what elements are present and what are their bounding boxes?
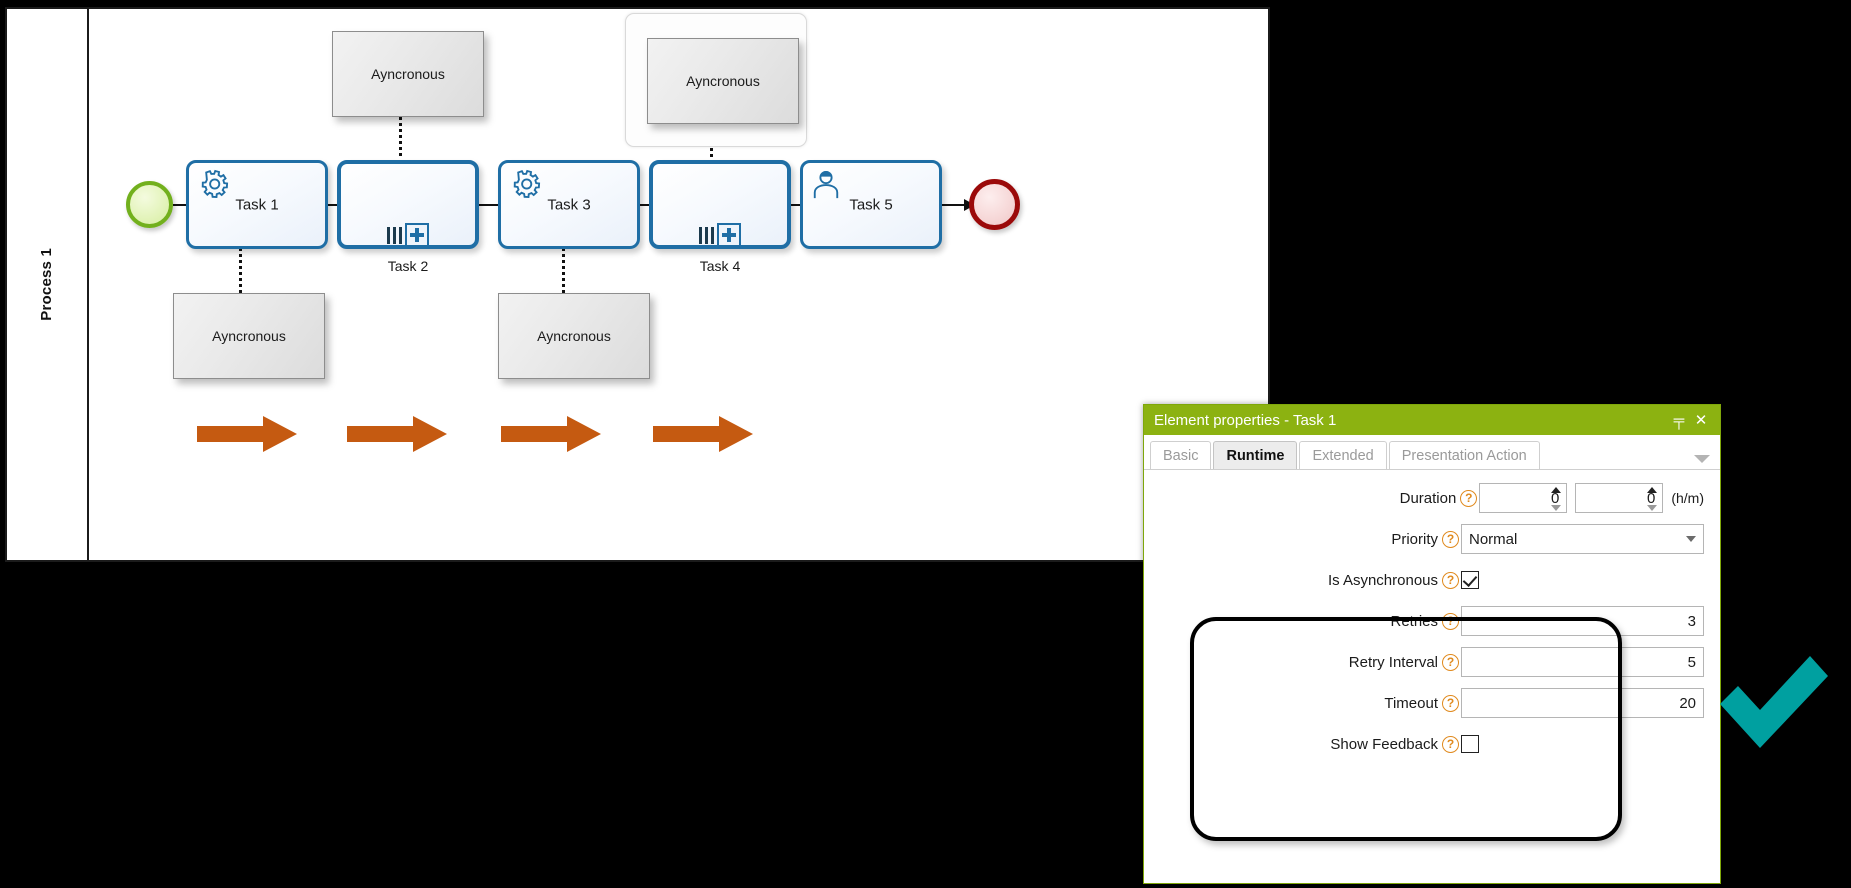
retries-label: Retries xyxy=(1390,612,1438,630)
check-mark-icon xyxy=(1720,656,1828,748)
annotation-task2[interactable]: Ayncronous xyxy=(332,31,484,117)
help-icon-retries[interactable]: ? xyxy=(1442,612,1459,630)
pin-icon[interactable]: ╤ xyxy=(1668,409,1690,431)
emphasis-arrow xyxy=(197,416,297,452)
sub-process-markers xyxy=(699,223,741,247)
emphasis-arrow xyxy=(653,416,753,452)
task-4[interactable] xyxy=(649,160,791,249)
retry-interval-label: Retry Interval xyxy=(1348,653,1438,671)
task-label: Task 1 xyxy=(235,196,279,213)
task-label: Task 3 xyxy=(547,196,591,213)
annotation-task1[interactable]: Ayncronous xyxy=(173,293,325,379)
field-duration: Duration ? 0 0 (h/m) xyxy=(1154,480,1704,516)
timeout-input[interactable]: 20 xyxy=(1461,688,1704,718)
bpmn-diagram-canvas[interactable]: Task 1 Task 2 Task 3 Task 4 Task 5 Ayncr… xyxy=(5,7,1270,562)
runtime-tab-content: Duration ? 0 0 (h/m) Priority ? Normal I… xyxy=(1144,470,1720,841)
field-priority: Priority ? Normal xyxy=(1154,521,1704,557)
emphasis-arrow xyxy=(347,416,447,452)
help-icon-retry-interval[interactable]: ? xyxy=(1442,653,1459,671)
field-is-asynchronous: Is Asynchronous ? xyxy=(1154,562,1704,598)
field-show-feedback: Show Feedback ? xyxy=(1154,726,1704,762)
task-label: Task 2 xyxy=(387,258,429,274)
element-properties-panel[interactable]: Element properties - Task 1 ╤ ✕ Basic Ru… xyxy=(1143,404,1721,884)
task-label: Task 5 xyxy=(849,196,893,213)
field-timeout: Timeout ? 20 xyxy=(1154,685,1704,721)
association-task2-note xyxy=(399,116,402,164)
priority-label: Priority xyxy=(1391,530,1438,548)
task-2[interactable] xyxy=(337,160,479,249)
duration-unit-label: (h/m) xyxy=(1671,490,1704,506)
priority-select[interactable]: Normal xyxy=(1461,524,1704,554)
pool-label: Process 1 xyxy=(37,248,55,321)
field-retries: Retries ? 3 xyxy=(1154,603,1704,639)
sub-process-markers xyxy=(387,223,429,247)
field-retry-interval: Retry Interval ? 5 xyxy=(1154,644,1704,680)
tab-basic[interactable]: Basic xyxy=(1150,441,1212,469)
end-event[interactable] xyxy=(969,179,1020,230)
duration-label: Duration xyxy=(1399,489,1457,507)
show-feedback-label: Show Feedback xyxy=(1330,735,1438,753)
duration-minutes-spinner[interactable] xyxy=(1646,487,1657,511)
chevron-down-icon[interactable] xyxy=(1694,455,1710,463)
retry-interval-value: 5 xyxy=(1687,653,1696,671)
retries-value: 3 xyxy=(1687,612,1696,630)
help-icon-show-feedback[interactable]: ? xyxy=(1442,735,1459,753)
task-5[interactable]: Task 5 xyxy=(800,160,942,249)
annotation-task3[interactable]: Ayncronous xyxy=(498,293,650,379)
tab-presentation-action[interactable]: Presentation Action xyxy=(1388,441,1540,469)
duration-minutes-input[interactable]: 0 xyxy=(1575,483,1664,513)
task-1[interactable]: Task 1 xyxy=(186,160,328,249)
pool-header: Process 1 xyxy=(5,7,89,562)
help-icon-duration[interactable]: ? xyxy=(1460,489,1478,507)
show-feedback-checkbox[interactable] xyxy=(1461,735,1479,753)
expand-sub-process-icon xyxy=(405,223,429,247)
tab-extended[interactable]: Extended xyxy=(1299,441,1387,469)
panel-title: Element properties - Task 1 xyxy=(1154,411,1337,429)
duration-hours-spinner[interactable] xyxy=(1550,487,1561,511)
is-asynchronous-label: Is Asynchronous xyxy=(1327,571,1438,589)
emphasis-arrow xyxy=(501,416,601,452)
start-event[interactable] xyxy=(126,181,173,228)
panel-tab-strip[interactable]: Basic Runtime Extended Presentation Acti… xyxy=(1144,435,1720,470)
close-icon[interactable]: ✕ xyxy=(1690,409,1712,431)
duration-hours-input[interactable]: 0 xyxy=(1479,483,1568,513)
help-icon-priority[interactable]: ? xyxy=(1442,530,1459,548)
panel-titlebar: Element properties - Task 1 ╤ ✕ xyxy=(1144,405,1720,435)
tab-runtime[interactable]: Runtime xyxy=(1213,441,1298,469)
help-icon-timeout[interactable]: ? xyxy=(1442,694,1459,712)
expand-sub-process-icon xyxy=(717,223,741,247)
help-icon-is-asynchronous[interactable]: ? xyxy=(1442,571,1459,589)
parallel-multi-instance-icon xyxy=(387,227,402,244)
task-3[interactable]: Task 3 xyxy=(498,160,640,249)
parallel-multi-instance-icon xyxy=(699,227,714,244)
is-asynchronous-checkbox[interactable] xyxy=(1461,571,1479,589)
timeout-label: Timeout xyxy=(1384,694,1438,712)
retry-interval-input[interactable]: 5 xyxy=(1461,647,1704,677)
annotation-task4[interactable]: Ayncronous xyxy=(647,38,799,124)
task-label: Task 4 xyxy=(699,258,741,274)
chevron-down-icon xyxy=(1686,536,1696,542)
retries-input[interactable]: 3 xyxy=(1461,606,1704,636)
timeout-value: 20 xyxy=(1679,694,1696,712)
priority-value: Normal xyxy=(1469,530,1518,548)
